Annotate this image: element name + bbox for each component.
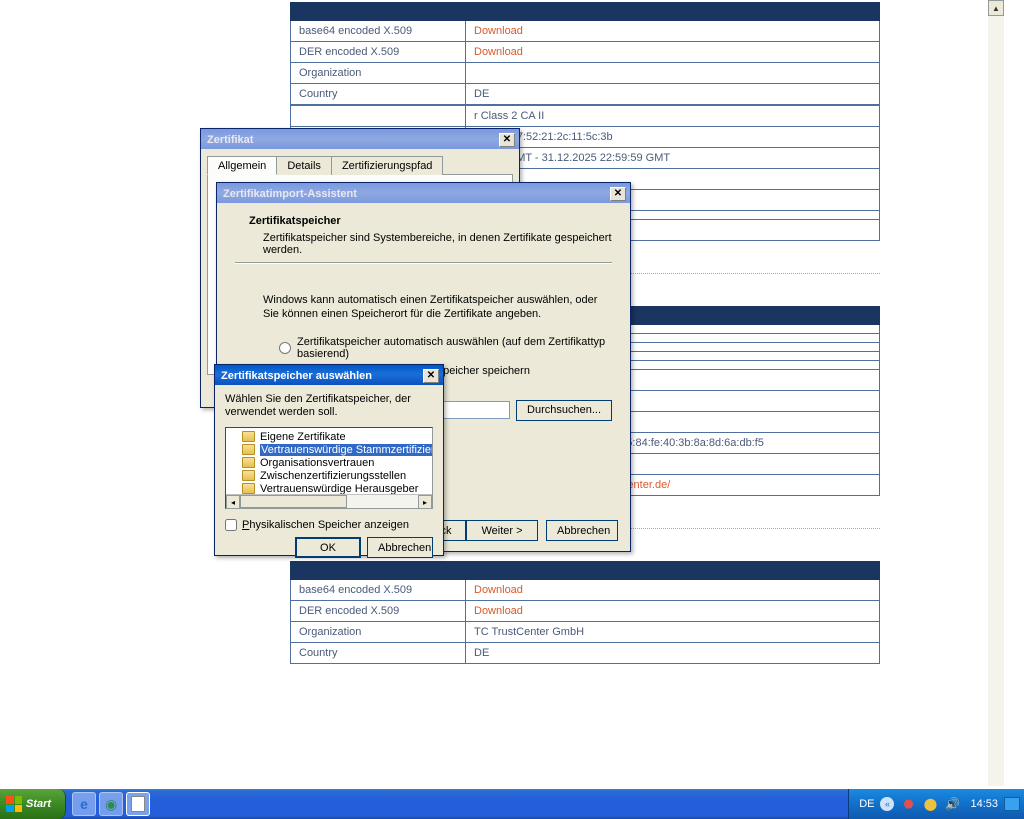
store-tree[interactable]: Eigene Zertifikate Vertrauenswürdige Sta… — [225, 427, 433, 509]
cert-table-1: base64 encoded X.509Download DER encoded… — [290, 2, 880, 105]
wizard-heading: Zertifikatspeicher — [249, 215, 612, 227]
scroll-thumb[interactable] — [240, 495, 347, 508]
close-icon: ✕ — [427, 370, 435, 381]
close-button[interactable]: ✕ — [499, 133, 515, 147]
tree-item[interactable]: Eigene Zertifikate — [228, 430, 433, 443]
close-button[interactable]: ✕ — [423, 369, 439, 383]
tray-network-icon[interactable] — [1004, 797, 1020, 811]
tree-item-selected[interactable]: Vertrauenswürdige Stammzertifizierungss — [228, 443, 433, 456]
dialog-title: Zertifikatimport-Assistent — [223, 188, 357, 200]
cell-key: base64 encoded X.509 — [291, 21, 466, 42]
download-link[interactable]: Download — [474, 584, 523, 596]
tray-expand-icon[interactable]: « — [880, 797, 894, 811]
close-button[interactable]: ✕ — [610, 187, 626, 201]
cert-tabs: Allgemein Details Zertifizierungspfad — [207, 155, 513, 175]
language-indicator[interactable]: DE — [859, 798, 874, 810]
tree-horizontal-scrollbar[interactable]: ◂ ▸ — [226, 494, 432, 508]
taskbar-items: e ◉ — [72, 792, 150, 816]
dialog-titlebar[interactable]: Zertifikat ✕ — [201, 129, 519, 149]
scroll-right-icon[interactable]: ▸ — [418, 495, 432, 509]
folder-icon — [242, 470, 255, 481]
scroll-up-icon[interactable]: ▲ — [988, 0, 1004, 16]
taskbar-item-ie[interactable]: e — [72, 792, 96, 816]
folder-icon — [242, 444, 255, 455]
tree-item[interactable]: Zwischenzertifizierungsstellen — [228, 469, 433, 482]
tree-item[interactable]: Organisationsvertrauen — [228, 456, 433, 469]
windows-logo-icon — [6, 796, 22, 812]
clock[interactable]: 14:53 — [970, 798, 998, 810]
folder-icon — [242, 457, 255, 468]
radio-input[interactable] — [279, 342, 291, 354]
download-link[interactable]: Download — [474, 605, 523, 617]
taskbar-item-browser[interactable]: ◉ — [99, 792, 123, 816]
page-scrollbar[interactable]: ▲ — [988, 0, 1004, 786]
close-icon: ✕ — [614, 188, 622, 199]
ok-button[interactable]: OK — [295, 537, 361, 558]
taskbar: Start e ◉ DE « ⬣ ⬤ 🔊 14:53 — [0, 789, 1024, 819]
tray-security-icon[interactable]: ⬣ — [900, 796, 916, 812]
cancel-button[interactable]: Abbrechen — [546, 520, 618, 541]
scroll-left-icon[interactable]: ◂ — [226, 495, 240, 509]
folder-icon — [242, 483, 255, 494]
start-button[interactable]: Start — [0, 789, 66, 819]
checkbox-input[interactable] — [225, 519, 237, 531]
tray-update-icon[interactable]: ⬤ — [922, 796, 938, 812]
store-prompt: Wählen Sie den Zertifikatspeicher, der v… — [225, 393, 433, 419]
folder-icon — [242, 431, 255, 442]
tab-cert-path[interactable]: Zertifizierungspfad — [331, 156, 444, 175]
tray-volume-icon[interactable]: 🔊 — [944, 796, 960, 812]
ie-icon: e — [80, 796, 88, 812]
select-store-dialog: Zertifikatspeicher auswählen ✕ Wählen Si… — [214, 364, 444, 556]
show-physical-checkbox[interactable]: Physikalischen Speicher anzeigen — [225, 519, 433, 531]
dialog-title: Zertifikat — [207, 134, 253, 146]
download-link[interactable]: Download — [474, 25, 523, 37]
cancel-button[interactable]: Abbrechen — [367, 537, 433, 558]
close-icon: ✕ — [503, 134, 511, 145]
dialog-titlebar[interactable]: Zertifikatimport-Assistent ✕ — [217, 183, 630, 203]
wizard-subheading: Zertifikatspeicher sind Systembereiche, … — [263, 232, 612, 256]
system-tray: DE « ⬣ ⬤ 🔊 14:53 — [848, 789, 1024, 819]
browser-icon: ◉ — [105, 796, 117, 813]
cert-table-3: base64 encoded X.509Download DER encoded… — [290, 561, 880, 664]
taskbar-item-document[interactable] — [126, 792, 150, 816]
wizard-paragraph: Windows kann automatisch einen Zertifika… — [263, 294, 612, 322]
tab-details[interactable]: Details — [276, 156, 332, 175]
browse-button[interactable]: Durchsuchen... — [516, 400, 612, 421]
divider — [235, 262, 612, 264]
dialog-title: Zertifikatspeicher auswählen — [221, 370, 372, 382]
radio-auto-select[interactable]: Zertifikatspeicher automatisch auswählen… — [279, 336, 612, 360]
tab-general[interactable]: Allgemein — [207, 156, 277, 175]
next-button[interactable]: Weiter > — [466, 520, 538, 541]
download-link[interactable]: Download — [474, 46, 523, 58]
document-icon — [131, 796, 145, 812]
dialog-titlebar[interactable]: Zertifikatspeicher auswählen ✕ — [215, 365, 443, 385]
